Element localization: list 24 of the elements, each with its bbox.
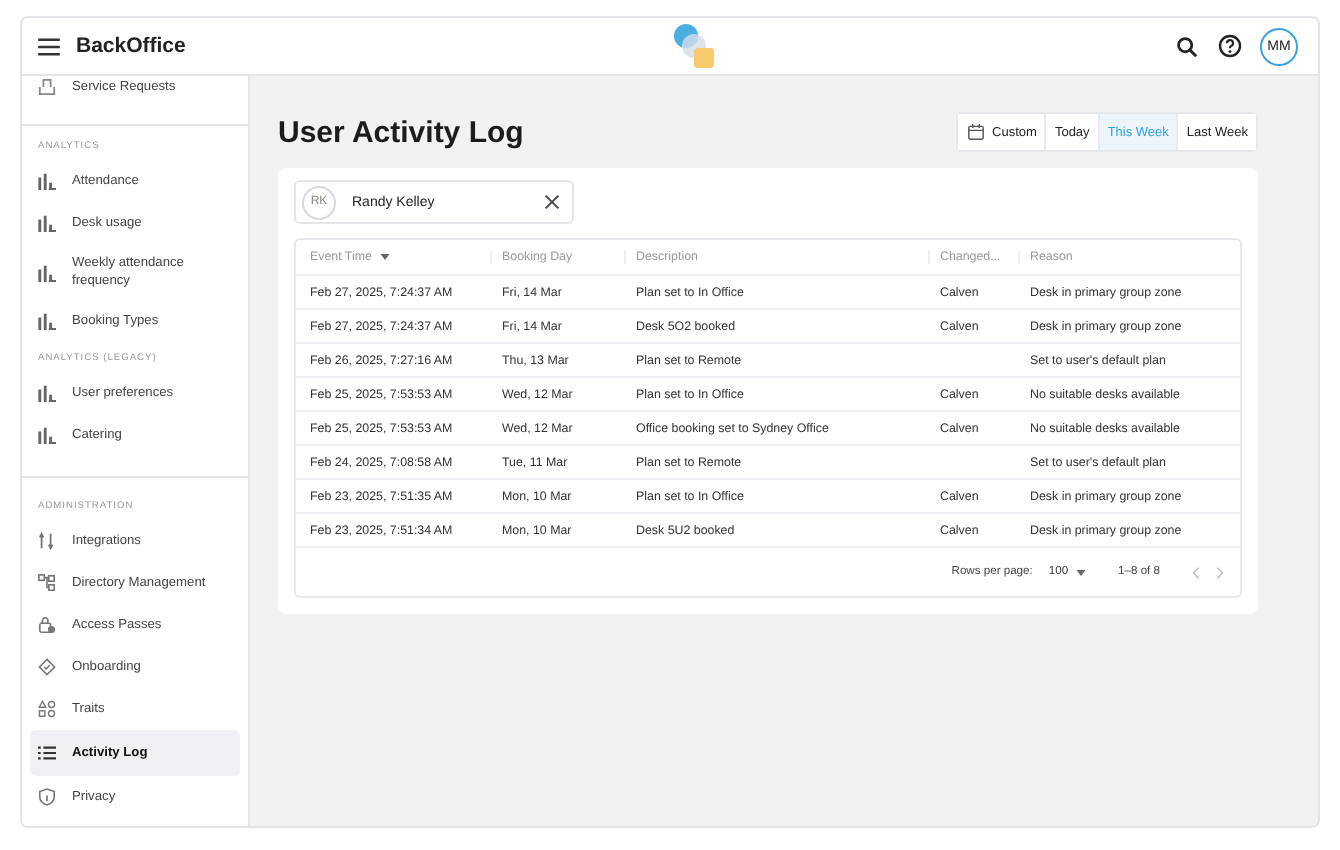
bar-chart-icon xyxy=(38,426,56,445)
search-icon[interactable] xyxy=(1176,35,1198,57)
page-title: User Activity Log xyxy=(278,115,524,149)
shield-icon xyxy=(38,788,56,807)
help-icon[interactable] xyxy=(1218,34,1242,58)
calendar-icon xyxy=(968,124,985,140)
bar-chart-icon xyxy=(38,172,56,190)
menu-icon[interactable] xyxy=(38,37,60,55)
lock-icon xyxy=(38,616,56,635)
bar-chart-icon xyxy=(38,384,56,403)
badge-icon xyxy=(38,658,56,677)
shapes-icon xyxy=(38,700,56,719)
bar-chart-icon xyxy=(38,263,56,282)
close-icon[interactable] xyxy=(544,194,560,210)
bar-chart-icon xyxy=(38,214,56,232)
sort-caret-icon[interactable] xyxy=(379,254,390,260)
plug-arrows-icon xyxy=(38,532,56,551)
caret-icon xyxy=(1076,569,1087,575)
logo-icon xyxy=(670,22,718,70)
bar-chart-icon xyxy=(38,312,56,331)
app-name: BackOffice xyxy=(76,34,188,58)
list-icon xyxy=(38,744,56,763)
tray-icon xyxy=(38,78,56,96)
hierarchy-icon xyxy=(38,574,56,593)
